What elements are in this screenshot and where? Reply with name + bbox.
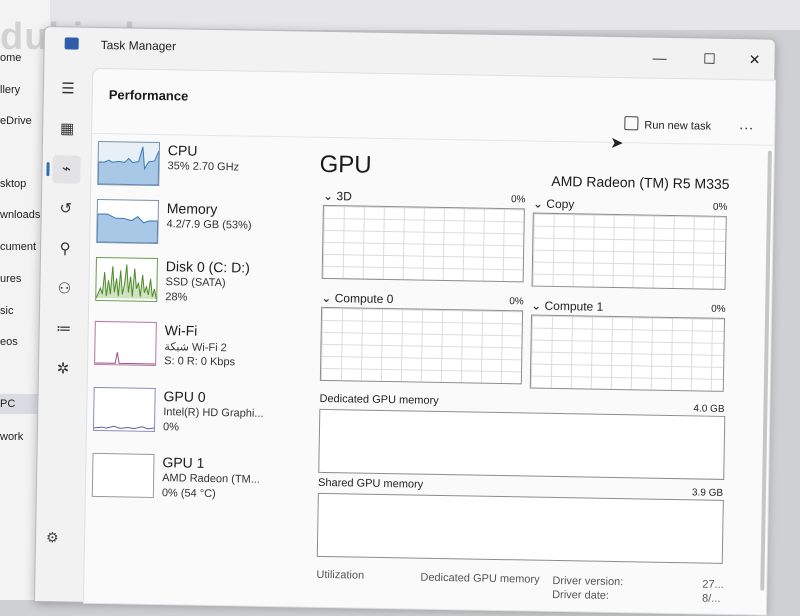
shared-memory-label: Shared GPU memory xyxy=(317,476,424,491)
resource-name: Wi-Fi xyxy=(164,322,198,339)
engine-compute0-dropdown[interactable]: ⌄ Compute 0 xyxy=(321,291,393,306)
dedicated-memory-graph xyxy=(318,408,726,480)
bg-nav-pictures: ures xyxy=(0,273,22,285)
minimize-button[interactable]: — xyxy=(644,45,674,70)
performance-icon[interactable]: ⌁ xyxy=(52,155,81,184)
engine-copy-dropdown[interactable]: ⌄ Copy xyxy=(533,197,575,212)
bg-nav-network: work xyxy=(0,431,24,443)
engine-3d-dropdown[interactable]: ⌄ 3D xyxy=(323,189,352,203)
resource-detail: 4.2/7.9 GB (53%) xyxy=(166,218,252,232)
gpu0-thumbnail-graph xyxy=(92,386,156,432)
resource-name: Disk 0 (C: D:) xyxy=(165,258,250,276)
engine-compute1-graph xyxy=(529,314,726,392)
engine-compute1-dropdown[interactable]: ⌄ Compute 1 xyxy=(531,299,603,314)
resource-detail: 35% 2.70 GHz xyxy=(167,160,240,174)
page-title: Performance xyxy=(108,87,189,104)
cpu-thumbnail-graph xyxy=(97,140,160,187)
details-icon[interactable]: ≔ xyxy=(49,315,77,343)
users-icon[interactable]: ⚇ xyxy=(50,275,78,303)
resource-name: Memory xyxy=(166,200,218,218)
bg-nav-documents: cument xyxy=(0,241,37,253)
processes-icon[interactable]: ▦ xyxy=(53,115,81,143)
resource-wifi[interactable]: Wi-Fi شبكة Wi-Fi 2 S: 0 R: 0 Kbps xyxy=(94,320,295,376)
resource-detail: Intel(R) HD Graphi... xyxy=(163,406,264,420)
gpu-heading: GPU xyxy=(319,150,372,179)
window-title: Task Manager xyxy=(100,37,177,54)
engine-3d-percent: 0% xyxy=(510,194,526,206)
disk-thumbnail-graph xyxy=(95,256,158,303)
run-new-task-label: Run new task xyxy=(644,119,712,133)
gpu-model-name: AMD Radeon (TM) R5 M335 xyxy=(551,172,730,192)
engine-label: Compute 1 xyxy=(544,298,604,314)
chevron-down-icon: ⌄ xyxy=(531,298,545,313)
bg-nav-gallery: llery xyxy=(0,84,21,96)
chevron-down-icon: ⌄ xyxy=(321,290,335,306)
engine-copy-graph xyxy=(531,212,727,290)
bg-nav-desktop: sktop xyxy=(0,178,27,190)
more-options-button[interactable]: ... xyxy=(739,116,754,132)
gpu1-thumbnail-graph xyxy=(91,452,155,498)
engine-compute0-graph xyxy=(319,306,524,385)
stat-dedicated-label: Dedicated GPU memory xyxy=(420,571,540,586)
resource-cpu[interactable]: CPU 35% 2.70 GHz xyxy=(97,140,298,196)
stat-driver-version-value: 27... xyxy=(702,578,724,591)
app-history-icon[interactable]: ↺ xyxy=(52,195,80,223)
run-new-task-button[interactable]: Run new task xyxy=(624,116,711,133)
resource-detail: AMD Radeon (TM... xyxy=(162,472,261,486)
performance-panel: Performance Run new task ... ➤ CPU 35% 2… xyxy=(82,67,777,616)
engine-compute1-percent: 0% xyxy=(711,303,726,315)
resource-usage: 28% xyxy=(165,291,188,304)
resource-name: CPU xyxy=(167,142,198,159)
resource-usage: S: 0 R: 0 Kbps xyxy=(164,355,236,369)
bg-nav-videos: eos xyxy=(0,336,18,348)
chevron-down-icon: ⌄ xyxy=(322,188,337,204)
services-icon[interactable]: ✲ xyxy=(49,355,77,383)
stat-driver-date-value: 8/... xyxy=(702,592,721,605)
resource-gpu-0[interactable]: GPU 0 Intel(R) HD Graphi... 0% xyxy=(92,386,294,442)
resource-name: GPU 1 xyxy=(162,454,205,471)
stat-utilization-label: Utilization xyxy=(316,568,365,582)
chevron-down-icon: ⌄ xyxy=(532,196,547,211)
resource-gpu-1[interactable]: GPU 1 AMD Radeon (TM... 0% (54 °C) xyxy=(91,452,293,508)
engine-copy-percent: 0% xyxy=(712,201,728,213)
bg-nav-downloads: wnloads xyxy=(0,209,41,221)
dedicated-memory-max: 4.0 GB xyxy=(693,403,725,415)
bg-nav-music: sic xyxy=(0,305,14,317)
stat-driver-version-label: Driver version: xyxy=(552,574,624,589)
hamburger-menu-icon[interactable]: ☰ xyxy=(54,75,82,103)
engine-label: 3D xyxy=(336,189,352,204)
startup-apps-icon[interactable]: ⚲ xyxy=(51,235,79,263)
dedicated-memory-label: Dedicated GPU memory xyxy=(319,392,439,407)
resource-detail: SSD (SATA) xyxy=(165,276,226,290)
scrollbar[interactable] xyxy=(760,150,772,591)
shared-memory-max: 3.9 GB xyxy=(691,487,724,499)
task-manager-app-icon xyxy=(64,37,79,50)
resource-disk-0[interactable]: Disk 0 (C: D:) SSD (SATA) 28% xyxy=(95,256,296,312)
shared-memory-graph xyxy=(316,492,724,564)
resource-detail: شبكة Wi-Fi 2 xyxy=(164,341,227,355)
run-task-icon xyxy=(624,116,639,131)
background-toolbar xyxy=(50,0,800,30)
memory-thumbnail-graph xyxy=(96,198,159,245)
resource-usage: 0% xyxy=(162,421,180,434)
engine-3d-graph xyxy=(321,204,525,283)
engine-label: Copy xyxy=(546,196,575,212)
resource-name: GPU 0 xyxy=(163,388,206,405)
resource-memory[interactable]: Memory 4.2/7.9 GB (53%) xyxy=(96,198,297,254)
wifi-thumbnail-graph xyxy=(94,320,157,367)
engine-compute0-percent: 0% xyxy=(509,296,524,308)
resource-usage: 0% (54 °C) xyxy=(161,487,216,501)
settings-gear-icon[interactable]: ⚙ xyxy=(46,529,59,546)
mouse-pointer-icon: ➤ xyxy=(609,134,624,153)
engine-label: Compute 0 xyxy=(334,291,394,307)
close-button[interactable]: ✕ xyxy=(739,47,769,72)
bg-nav-onedrive: eDrive xyxy=(0,115,32,127)
maximize-button[interactable]: ☐ xyxy=(694,46,724,71)
task-manager-window: Task Manager — ☐ ✕ ☰ ▦ ⌁ ↺ ⚲ ⚇ ≔ ✲ Perfo… xyxy=(33,26,777,616)
